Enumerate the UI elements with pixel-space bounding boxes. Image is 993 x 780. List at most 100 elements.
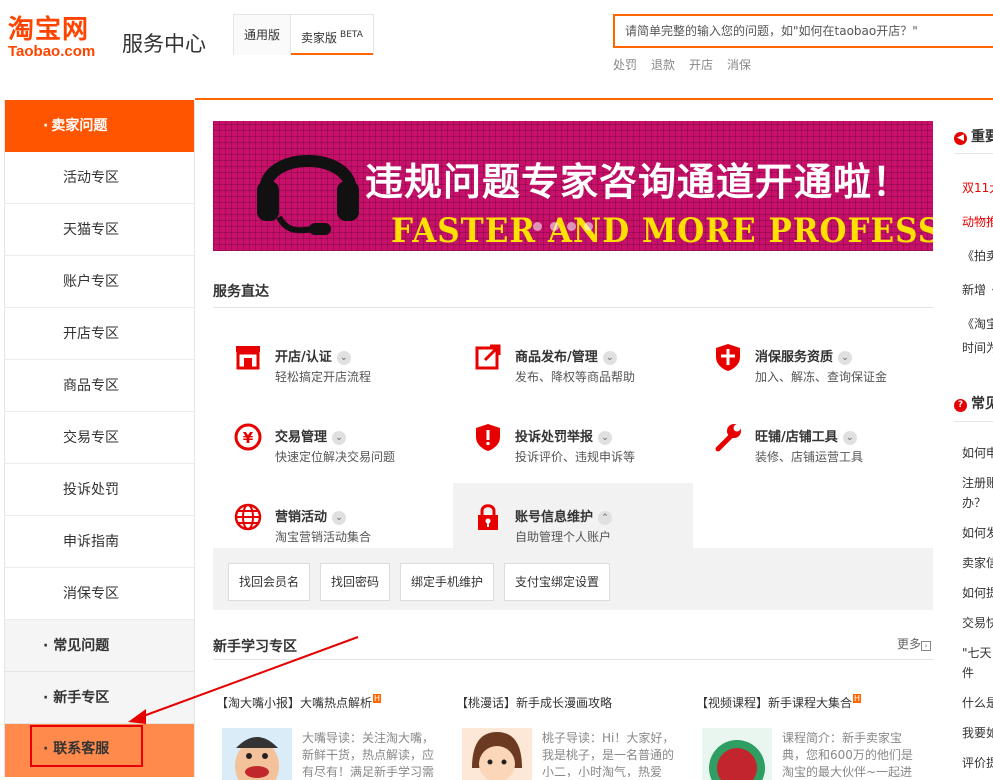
- chevron-down-icon[interactable]: ⌄: [602, 351, 617, 365]
- service-shop-tools[interactable]: 旺铺/店铺工具 ⌄ 装修、店铺运营工具: [693, 420, 923, 480]
- header-divider: [195, 98, 993, 100]
- notice-link[interactable]: 《淘宝: [962, 315, 993, 332]
- headset-icon: [257, 155, 359, 235]
- services-divider: [213, 307, 933, 308]
- hotword-link[interactable]: 开店: [689, 56, 713, 73]
- carousel-dot[interactable]: [533, 222, 542, 231]
- sidebar-section-label: 新手专区: [53, 690, 110, 706]
- course-badge-thumbnail[interactable]: [702, 728, 772, 780]
- sidebar-item-activity[interactable]: 活动专区: [5, 152, 194, 204]
- yen-icon: ¥: [234, 423, 262, 451]
- highlight-box: [30, 725, 143, 767]
- recover-username-button[interactable]: 找回会员名: [228, 563, 311, 601]
- sidebar-item-appeal[interactable]: 申诉指南: [5, 516, 194, 568]
- bullet: ·: [43, 118, 49, 134]
- tab-seller[interactable]: 卖家版 BETA: [291, 15, 373, 55]
- notice-link[interactable]: 《拍卖: [962, 247, 993, 264]
- faq-link-cont[interactable]: 件: [962, 664, 974, 681]
- service-desc: 自助管理个人账户: [515, 530, 612, 544]
- faq-link[interactable]: 我要如: [962, 724, 993, 741]
- carousel-dot[interactable]: [584, 222, 593, 231]
- service-title: 商品发布/管理: [515, 350, 598, 365]
- service-goods[interactable]: 商品发布/管理 ⌄ 发布、降权等商品帮助: [453, 340, 683, 400]
- sidebar-item-account[interactable]: 账户专区: [5, 256, 194, 308]
- notice-link[interactable]: 新增《: [962, 281, 993, 298]
- service-marketing[interactable]: 营销活动 ⌄ 淘宝营销活动集合: [213, 500, 443, 560]
- article-desc: 大嘴导读：关注淘大嘴，新鲜干货，热点解读，应有尽有！满足新手学习需: [302, 731, 435, 777]
- taobao-logo[interactable]: 淘宝网 Taobao.com: [8, 16, 95, 60]
- sidebar-item-complaint[interactable]: 投诉处罚: [5, 464, 194, 516]
- hotword-link[interactable]: 消保: [727, 56, 751, 73]
- notice-heading-label: 重要: [971, 129, 993, 145]
- article-link[interactable]: 【视频课程】新手课程大集合 H: [696, 694, 862, 711]
- alert-shield-icon: [476, 424, 500, 451]
- sidebar-item-open-shop[interactable]: 开店专区: [5, 308, 194, 360]
- sidebar-item-goods[interactable]: 商品专区: [5, 360, 194, 412]
- promo-banner[interactable]: 违规问题专家咨询通道开通啦！ FASTER AND MORE PROFESSIO…: [213, 121, 933, 251]
- notice-link[interactable]: 双11大: [962, 179, 993, 196]
- faq-link[interactable]: "七天: [962, 644, 992, 661]
- tab-general[interactable]: 通用版: [234, 15, 292, 55]
- publish-icon: [475, 344, 501, 370]
- service-consumer-protection[interactable]: 消保服务资质 ⌄ 加入、解冻、查询保证金: [693, 340, 923, 400]
- hotword-link[interactable]: 退款: [651, 56, 675, 73]
- faq-link-cont[interactable]: 办？: [962, 494, 986, 511]
- cartoon-mouth-thumbnail[interactable]: [222, 728, 292, 780]
- notice-link-cont[interactable]: 时间为: [962, 339, 993, 356]
- chevron-down-icon[interactable]: ⌄: [332, 511, 347, 525]
- sidebar-section-newbie[interactable]: · 新手专区: [5, 672, 194, 724]
- recover-password-button[interactable]: 找回密码: [320, 563, 391, 601]
- faq-link[interactable]: 交易快: [962, 614, 993, 631]
- article-link[interactable]: 【淘大嘴小报】大嘴热点解析 H: [216, 694, 382, 711]
- chevron-down-icon[interactable]: ⌄: [842, 431, 857, 445]
- service-title: 消保服务资质: [755, 350, 834, 365]
- right-divider: [954, 153, 993, 154]
- sidebar-item-trade[interactable]: 交易专区: [5, 412, 194, 464]
- alipay-binding-button[interactable]: 支付宝绑定设置: [504, 563, 611, 601]
- service-title: 营销活动: [275, 510, 328, 525]
- sidebar-section-faq[interactable]: · 常见问题: [5, 620, 194, 672]
- chevron-down-icon[interactable]: ⌄: [332, 431, 347, 445]
- service-account[interactable]: 账号信息维护 ⌃ 自助管理个人账户: [453, 500, 683, 560]
- chevron-down-icon[interactable]: ⌄: [336, 351, 351, 365]
- service-desc: 快速定位解决交易问题: [275, 450, 396, 464]
- chevron-down-icon[interactable]: ⌄: [598, 431, 613, 445]
- faq-link[interactable]: 如何提: [962, 584, 993, 601]
- more-link[interactable]: 更多 ›: [897, 635, 932, 652]
- article-link[interactable]: 【桃漫话】新手成长漫画攻略: [456, 694, 612, 711]
- bind-phone-button[interactable]: 绑定手机维护: [400, 563, 495, 601]
- article-desc: 桃子导读：Hi！大家好，我是桃子，是一名普通的小二，小时淘气，热爱: [542, 731, 675, 777]
- article-title: 【淘大嘴小报】大嘴热点解析: [216, 696, 373, 710]
- chevron-down-icon[interactable]: ⌄: [838, 351, 853, 365]
- tab-seller-label: 卖家版: [301, 31, 338, 45]
- cartoon-girl-thumbnail[interactable]: [462, 728, 532, 780]
- chevron-up-icon[interactable]: ⌃: [598, 511, 613, 525]
- faq-link[interactable]: 注册账: [962, 474, 993, 491]
- faq-link[interactable]: 评价提: [962, 754, 993, 771]
- article-title: 【视频课程】新手课程大集合: [696, 696, 853, 710]
- service-open-shop[interactable]: 开店/认证 ⌄ 轻松搞定开店流程: [213, 340, 443, 400]
- service-title: 交易管理: [275, 430, 328, 445]
- notice-link[interactable]: 动物推: [962, 213, 993, 230]
- sidebar-section-seller[interactable]: · 卖家问题: [5, 100, 194, 152]
- hotword-link[interactable]: 处罚: [613, 56, 637, 73]
- carousel-dot[interactable]: [550, 222, 559, 231]
- service-complaint[interactable]: 投诉处罚举报 ⌄ 投诉评价、违规申诉等: [453, 420, 683, 480]
- sidebar-item-consumer-protection[interactable]: 消保专区: [5, 568, 194, 620]
- banner-title-text: 违规问题专家咨询通道开通啦: [365, 160, 873, 204]
- service-trade[interactable]: ¥ 交易管理 ⌄ 快速定位解决交易问题: [213, 420, 443, 480]
- notice-heading: ◀ 重要: [954, 126, 993, 146]
- service-desc: 投诉评价、违规申诉等: [515, 450, 636, 464]
- service-title: 旺铺/店铺工具: [755, 430, 838, 445]
- faq-heading-label: 常见: [971, 396, 993, 412]
- search-input[interactable]: 请简单完整的输入您的问题，如"如何在taobao开店？": [613, 14, 993, 48]
- banner-subtitle: FASTER AND MORE PROFESSIONAL: [391, 211, 933, 251]
- faq-link[interactable]: 什么是: [962, 694, 993, 711]
- sidebar-item-tmall[interactable]: 天猫专区: [5, 204, 194, 256]
- faq-link[interactable]: 卖家信: [962, 554, 993, 571]
- faq-link[interactable]: 如何申: [962, 444, 993, 461]
- carousel-dot[interactable]: [567, 222, 576, 231]
- faq-link[interactable]: 如何发: [962, 524, 993, 541]
- service-desc: 加入、解冻、查询保证金: [755, 370, 888, 384]
- learning-title: 新手学习专区: [213, 639, 297, 655]
